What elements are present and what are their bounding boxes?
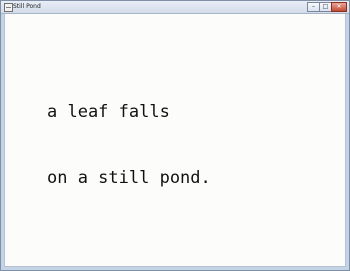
app-icon[interactable]: [4, 3, 13, 12]
window-title: Still Pond: [13, 3, 41, 10]
poem-text: a leaf falls on a still pond.: [47, 57, 211, 233]
title-bar[interactable]: Still Pond – □ ✕: [1, 1, 349, 14]
poem-line-1: a leaf falls: [47, 102, 170, 122]
poem-line-2: on a still pond.: [47, 168, 211, 188]
maximize-icon: □: [322, 3, 329, 10]
close-button[interactable]: ✕: [331, 2, 347, 12]
close-icon: ✕: [336, 3, 342, 10]
minimize-icon: –: [312, 3, 315, 10]
window-controls: – □ ✕: [307, 2, 347, 12]
app-window: Still Pond – □ ✕ a leaf falls on a still…: [0, 0, 350, 271]
client-area: a leaf falls on a still pond.: [4, 14, 346, 267]
